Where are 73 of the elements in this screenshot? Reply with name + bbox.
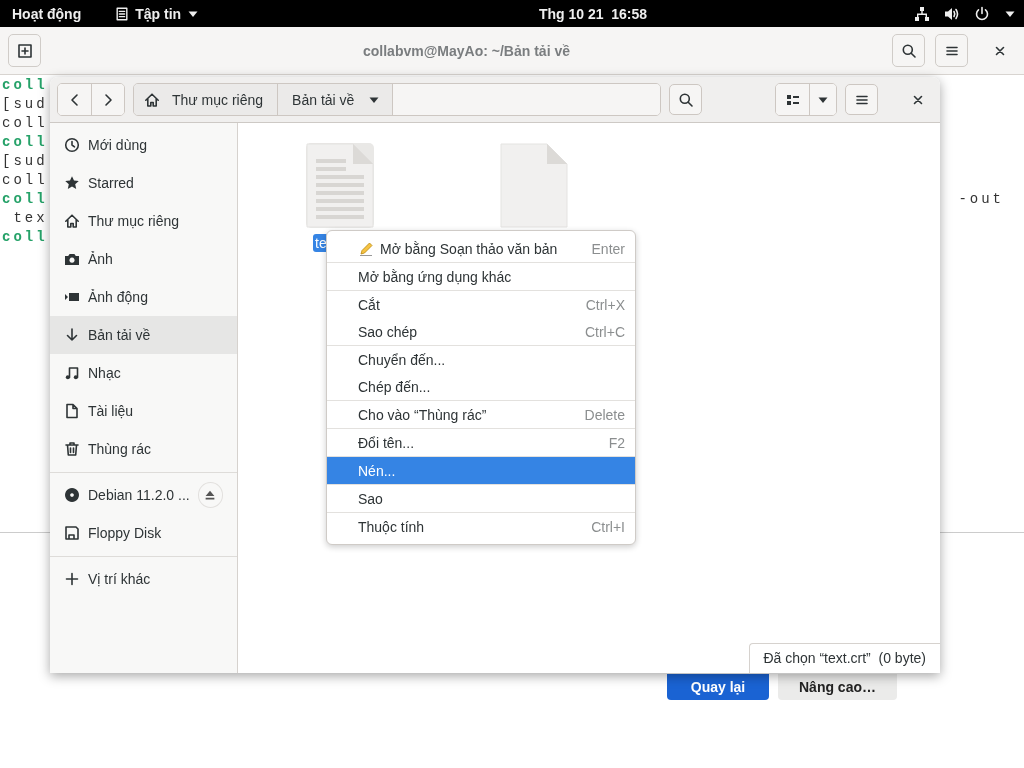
- system-menu-button[interactable]: [914, 5, 1016, 22]
- app-menu-button[interactable]: Tập tin: [115, 5, 200, 22]
- advanced-button[interactable]: Nâng cao…: [778, 674, 897, 700]
- menu-item[interactable]: Cắt Ctrl+X: [327, 291, 635, 318]
- chevron-left-icon: [69, 92, 80, 107]
- plus-icon: [64, 571, 80, 587]
- back-button[interactable]: Quay lại: [667, 674, 769, 700]
- sidebar-item[interactable]: Vị trí khác: [50, 560, 237, 598]
- menu-item[interactable]: Chép đến...: [327, 373, 635, 400]
- search-button[interactable]: [669, 84, 702, 115]
- sidebar-item[interactable]: Floppy Disk: [50, 514, 237, 552]
- menu-item[interactable]: Mở bằng ứng dụng khác: [327, 263, 635, 290]
- sidebar-item[interactable]: Debian 11.2.0 ...: [50, 476, 237, 514]
- download-arrow-icon: [64, 327, 80, 343]
- sidebar-item[interactable]: Mới dùng: [50, 126, 237, 164]
- menu-item[interactable]: Thuộc tính Ctrl+I: [327, 513, 635, 540]
- pencil-icon: [358, 240, 374, 257]
- star-icon: [64, 175, 80, 191]
- terminal-text: -out: [958, 190, 1004, 207]
- sidebar-item[interactable]: Tài liệu: [50, 392, 237, 430]
- terminal-text: [sud: [2, 152, 48, 169]
- search-icon: [900, 42, 917, 59]
- terminal-text: coll: [2, 190, 48, 207]
- new-tab-button[interactable]: [8, 34, 41, 67]
- sidebar-item[interactable]: Ảnh: [50, 240, 237, 278]
- window-title: collabvm@MayAo: ~/Bản tải về: [362, 42, 571, 59]
- search-icon: [677, 91, 694, 108]
- terminal-text: coll: [2, 171, 48, 188]
- menu-item[interactable]: Cho vào “Thùng rác” Delete: [327, 401, 635, 428]
- sidebar-item[interactable]: Thùng rác: [50, 430, 237, 468]
- sidebar-item[interactable]: Starred: [50, 164, 237, 202]
- camera-icon: [64, 251, 80, 267]
- music-note-icon: [64, 365, 80, 381]
- home-icon: [64, 213, 80, 229]
- app-icon: [115, 6, 130, 21]
- menu-item[interactable]: Chuyển đến...: [327, 346, 635, 373]
- selection-status: Đã chọn “text.crt” (0 byte): [749, 643, 940, 673]
- terminal-text: [sud: [2, 95, 48, 112]
- new-tab-icon: [16, 42, 33, 59]
- search-button[interactable]: [892, 34, 925, 67]
- sidebar-item[interactable]: Ảnh động: [50, 278, 237, 316]
- clock-icon: [64, 137, 80, 153]
- menu-button[interactable]: [845, 84, 878, 115]
- activities-button[interactable]: Hoạt động: [12, 5, 82, 22]
- clock-button[interactable]: Thg 10 21 16:58: [538, 5, 648, 22]
- close-icon: [994, 44, 1006, 57]
- menu-item[interactable]: Nén...: [327, 457, 635, 484]
- close-icon: [912, 93, 924, 106]
- home-icon: [144, 91, 160, 108]
- terminal-text: tex: [12, 209, 48, 226]
- list-view-icon: [785, 92, 800, 107]
- sidebar-item[interactable]: Bản tải về: [50, 316, 237, 354]
- terminal-text: coll: [2, 133, 48, 150]
- terminal-text: coll: [2, 114, 48, 131]
- menu-item[interactable]: Đổi tên... F2: [327, 429, 635, 456]
- sidebar-item[interactable]: Nhạc: [50, 354, 237, 392]
- terminal-text: coll: [2, 76, 48, 93]
- menu-button[interactable]: [935, 34, 968, 67]
- trash-icon: [64, 441, 80, 457]
- document-icon: [64, 403, 80, 419]
- view-options-button[interactable]: [809, 84, 836, 115]
- volume-icon: [944, 5, 960, 22]
- menu-item[interactable]: Sao chép Ctrl+C: [327, 318, 635, 345]
- menu-item[interactable]: Sao: [327, 485, 635, 512]
- sidebar-item[interactable]: Thư mục riêng: [50, 202, 237, 240]
- path-button[interactable]: Bản tải về: [278, 84, 394, 115]
- chevron-right-icon: [103, 92, 113, 107]
- power-icon: [974, 5, 990, 22]
- network-icon: [914, 5, 930, 22]
- home-path-button[interactable]: Thư mục riêng: [134, 84, 279, 115]
- menu-item[interactable]: Mở bằng Soạn thảo văn bản Enter: [327, 235, 635, 262]
- forward-button[interactable]: [91, 84, 124, 115]
- terminal-text: coll: [2, 228, 48, 245]
